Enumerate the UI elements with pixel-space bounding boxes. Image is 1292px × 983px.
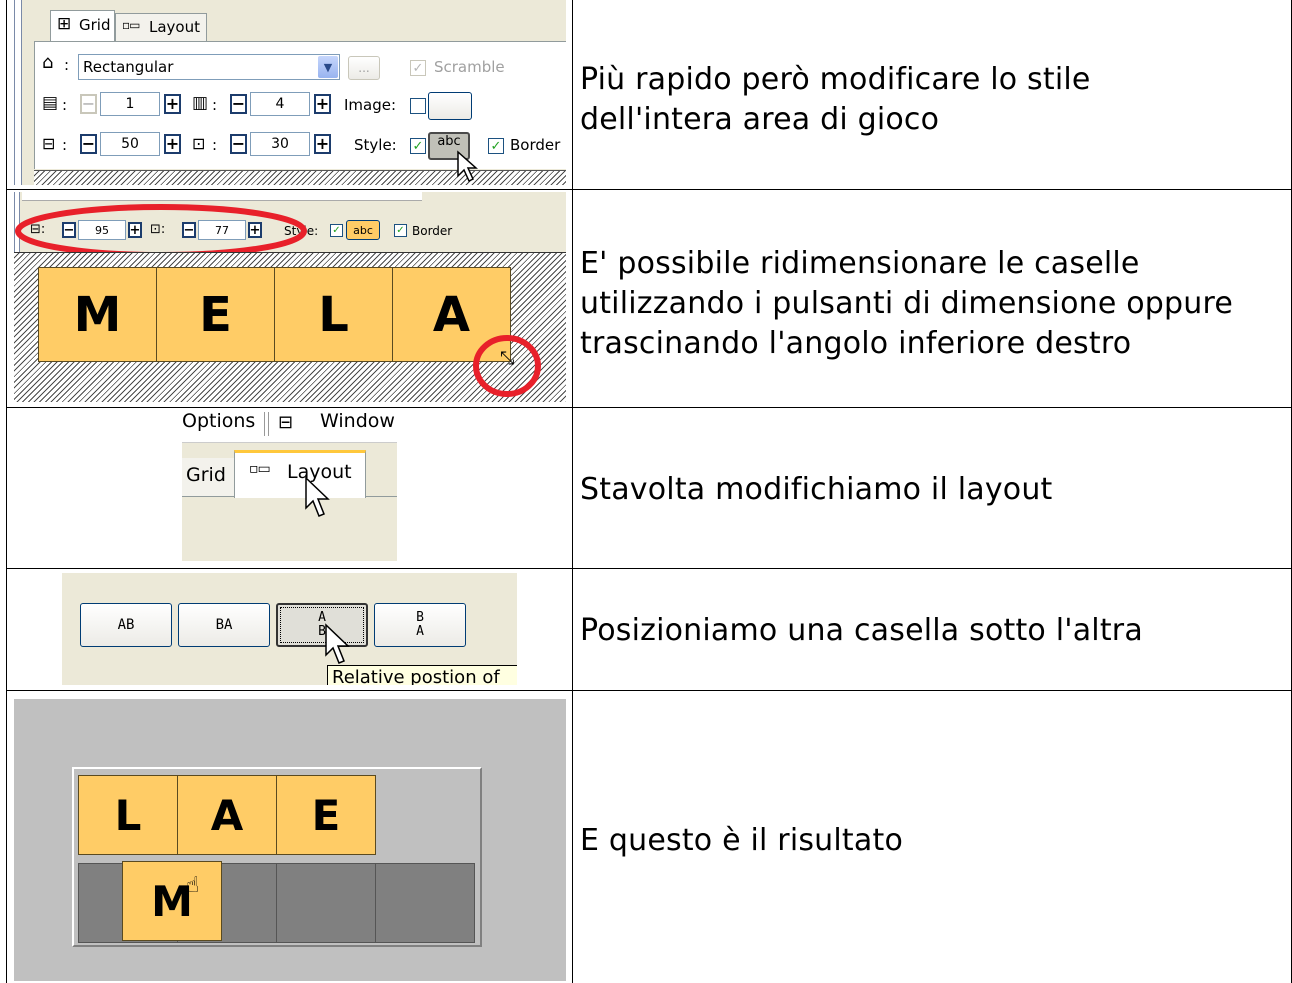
screenshot-result: L A E M ☝ <box>14 699 566 981</box>
scramble-label: Scramble <box>434 58 505 76</box>
tooltip: Relative postion of <box>327 665 517 685</box>
tab-grid[interactable]: Grid <box>182 458 235 496</box>
tile[interactable]: E <box>276 775 376 855</box>
columns-icon: ▥ <box>192 93 209 113</box>
arrow-cursor-icon <box>305 476 330 517</box>
image-checkbox[interactable] <box>410 98 426 114</box>
width-icon: ⊟ <box>42 134 56 153</box>
board-slot <box>276 863 376 943</box>
caption-row-1: Più rapido però modificare lo stile dell… <box>580 62 1091 137</box>
position-ab-button[interactable]: AB <box>80 603 172 647</box>
cols-decrement-button[interactable]: − <box>230 94 247 114</box>
panel-edge-top <box>14 0 15 1</box>
hand-cursor-icon: ☝ <box>186 873 200 898</box>
table-border-left <box>6 0 7 983</box>
height-icon: ⊡ <box>192 134 206 153</box>
image-label: Image: <box>344 96 397 114</box>
tile[interactable]: L <box>274 267 393 362</box>
colon: : <box>212 136 218 154</box>
grid-icon: ⊞ <box>57 14 72 34</box>
tab-grid-label: Grid <box>186 464 226 486</box>
tile[interactable]: L <box>78 775 178 855</box>
chevron-down-icon[interactable]: ▼ <box>318 56 338 78</box>
menu-separator <box>264 412 269 436</box>
arrow-cursor-icon <box>325 623 350 664</box>
caption-row-5: E questo è il risultato <box>580 823 903 858</box>
caption-row-2: E' possibile ridimensionare le caselle u… <box>580 246 1234 361</box>
height-decrement-button[interactable]: − <box>230 134 247 154</box>
rows-increment-button[interactable]: + <box>164 94 181 114</box>
tooltip-text: Relative postion of <box>332 667 500 685</box>
tab-layout[interactable]: ▫▭ Layout <box>115 13 207 41</box>
rows-icon: ▤ <box>42 93 59 113</box>
tab-strip-line <box>366 496 397 497</box>
layout-icon: ▫▭ <box>122 18 141 32</box>
style-label: Style: <box>354 136 397 154</box>
colon: : <box>212 96 218 114</box>
position-b-over-a-button[interactable]: B A <box>374 603 466 647</box>
rows-decrement-button[interactable]: − <box>80 94 97 114</box>
panel-edge <box>14 0 22 185</box>
border-checkbox[interactable]: ✓ <box>394 224 407 237</box>
window-icon: ⊟ <box>278 412 294 433</box>
tile[interactable]: M <box>38 267 157 362</box>
menu-options[interactable]: Options <box>182 410 255 432</box>
row-divider <box>6 189 1292 190</box>
cols-increment-button[interactable]: + <box>314 94 331 114</box>
dragged-tile[interactable]: M <box>122 861 222 941</box>
tab-grid-label: Grid <box>79 16 111 34</box>
row-divider <box>6 407 1292 408</box>
board-slot <box>375 863 475 943</box>
border-label: Border <box>412 224 453 238</box>
layout-icon: ▫▭ <box>249 461 271 477</box>
border-checkbox[interactable]: ✓ <box>488 138 504 154</box>
scramble-checkbox[interactable]: ✓ <box>410 60 426 76</box>
screenshot-layout-tab: Options ⊟ Window Grid ▫▭ Layout <box>182 410 397 561</box>
highlight-circle <box>473 335 541 397</box>
style-checkbox[interactable]: ✓ <box>410 138 426 154</box>
cols-input[interactable]: 4 <box>250 92 310 116</box>
tab-layout-label: Layout <box>149 18 200 36</box>
play-area-strip <box>34 170 566 185</box>
width-decrement-button[interactable]: − <box>80 134 97 154</box>
position-ba-button[interactable]: BA <box>178 603 270 647</box>
tile[interactable]: E <box>156 267 275 362</box>
tab-grid[interactable]: ⊞ Grid <box>50 10 115 42</box>
image-button[interactable] <box>428 92 472 120</box>
caption-row-4: Posizioniamo una casella sotto l'altra <box>580 613 1143 648</box>
height-input[interactable]: 30 <box>250 132 310 156</box>
position-a-over-b-button[interactable]: A B <box>276 603 368 647</box>
tile[interactable]: A <box>177 775 277 855</box>
border-label: Border <box>510 136 561 154</box>
shape-select-value: Rectangular <box>83 58 174 76</box>
shape-icon: ⌂ <box>42 52 54 73</box>
cropped-controls-row <box>22 192 422 201</box>
colon: : <box>64 56 70 74</box>
tab-strip-line <box>182 496 234 497</box>
ellipsis-button[interactable]: ... <box>348 56 380 80</box>
style-checkbox[interactable]: ✓ <box>330 224 343 237</box>
colon: : <box>62 136 68 154</box>
row-divider <box>6 568 1292 569</box>
table-divider-column <box>572 0 573 983</box>
width-increment-button[interactable]: + <box>164 134 181 154</box>
rows-input[interactable]: 1 <box>100 92 160 116</box>
tab-layout[interactable]: ▫▭ Layout <box>234 450 366 498</box>
screenshot-resize-tiles: ⊟: − 95 + ⊡: − 77 + Style: ✓ abc ✓ Borde… <box>14 192 566 402</box>
style-button[interactable]: abc <box>346 220 380 240</box>
menu-window[interactable]: Window <box>320 410 395 432</box>
arrow-cursor-icon <box>457 150 478 183</box>
screenshot-relative-position: AB BA A B B A Relative postion of <box>62 573 517 685</box>
colon: : <box>62 96 68 114</box>
width-input[interactable]: 50 <box>100 132 160 156</box>
height-increment-button[interactable]: + <box>314 134 331 154</box>
shape-select[interactable]: Rectangular ▼ <box>78 54 340 80</box>
caption-row-3: Stavolta modifichiamo il layout <box>580 472 1053 507</box>
row-divider <box>6 690 1292 691</box>
screenshot-style-settings: ⊞ Grid ▫▭ Layout ⌂ : Rectangular ▼ ... ✓… <box>14 0 566 185</box>
